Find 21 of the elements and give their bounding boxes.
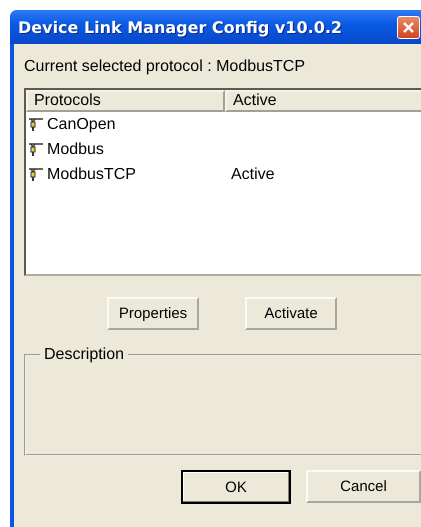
connector-icon xyxy=(28,142,44,157)
action-button[interactable]: Activate xyxy=(245,297,337,330)
protocol-name: ModbusTCP xyxy=(47,166,136,184)
protocol-name: CanOpen xyxy=(47,116,116,134)
column-header[interactable]: Active xyxy=(225,90,421,112)
protocol-item[interactable]: Modbus xyxy=(26,140,225,158)
connector-icon xyxy=(28,117,44,132)
close-icon xyxy=(402,20,415,34)
column-header[interactable]: Protocols xyxy=(26,90,225,112)
dialog-button[interactable]: OK xyxy=(181,470,291,504)
active-status: Active xyxy=(230,166,276,184)
current-protocol-label: Current selected protocol : ModbusTCP xyxy=(24,58,306,76)
protocol-name: Modbus xyxy=(47,140,104,158)
action-button[interactable]: Properties xyxy=(107,297,199,330)
dialog-button[interactable]: Cancel xyxy=(306,470,421,503)
window-title: Device Link Manager Config v10.0.2 xyxy=(18,18,342,36)
group-title: Description xyxy=(43,346,126,364)
close-button[interactable] xyxy=(397,16,420,38)
protocol-item[interactable]: ModbusTCP xyxy=(26,166,225,184)
connector-icon xyxy=(28,167,44,182)
protocol-item[interactable]: CanOpen xyxy=(26,116,225,134)
